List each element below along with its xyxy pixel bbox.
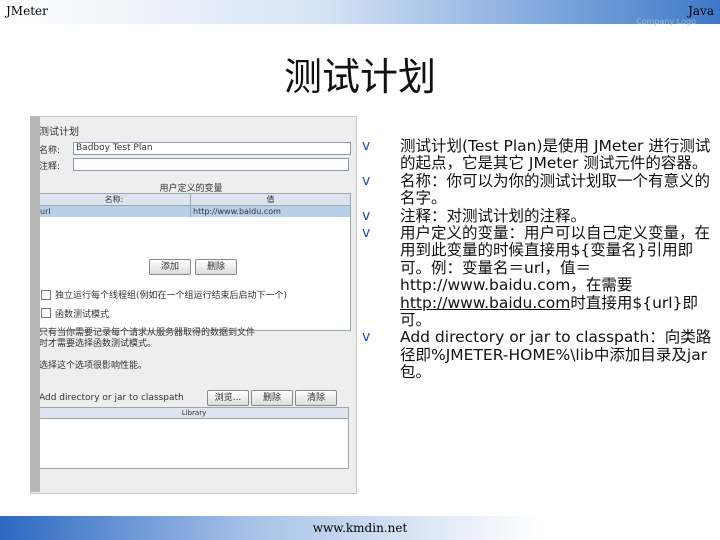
bullet-item: v 测试计划(Test Plan)是使用 JMeter 进行测试的起点，它是其它… xyxy=(362,137,712,173)
bullet-item: v 注释：对测试计划的注释。 xyxy=(362,206,712,225)
bullet-marker-icon: v xyxy=(362,225,371,242)
panel-shadow xyxy=(30,116,40,492)
run-thread-groups-checkbox[interactable] xyxy=(41,290,51,300)
run-thread-groups-label: 独立运行每个线程组(例如在一个组运行结束后启动下一个) xyxy=(55,291,288,301)
note-line-2: 时才需要选择函数测试模式。 xyxy=(39,339,157,349)
header-bar xyxy=(0,0,720,24)
bullet-item: v 名称：你可以为你的测试计划取一个有意义的名字。 xyxy=(362,171,712,208)
add-button[interactable]: 添加 xyxy=(149,259,191,275)
table-header-name[interactable]: 名称: xyxy=(38,194,191,206)
clear-button[interactable]: 清除 xyxy=(295,390,337,406)
company-logo: Company Logo xyxy=(636,17,696,26)
table-cell-value[interactable]: http://www.baidu.com xyxy=(193,206,281,217)
bullet-marker-icon: v xyxy=(362,207,371,224)
footer-url: www.kmdin.net xyxy=(312,521,408,535)
slide-title: 测试计划 xyxy=(283,55,436,99)
library-header: Library xyxy=(40,408,348,419)
bullet-item: v Add directory or jar to classpath：向类路径… xyxy=(362,329,712,381)
bullet-text: Add directory or jar to classpath：向类路径即%… xyxy=(400,328,712,382)
classpath-label: Add directory or jar to classpath xyxy=(39,393,184,403)
bullet-item: v 用户定义的变量：用户可以自己定义变量，在用到此变量的时候直接用${变量名}引… xyxy=(362,224,712,329)
bullet-list: v 测试计划(Test Plan)是使用 JMeter 进行测试的起点，它是其它… xyxy=(362,137,712,382)
name-label: 名称: xyxy=(39,146,61,156)
name-field[interactable]: Badboy Test Plan xyxy=(73,142,351,155)
table-header-value[interactable]: 值 xyxy=(191,194,350,206)
library-list[interactable]: Library xyxy=(39,407,349,469)
bullet-marker-icon: v xyxy=(362,329,371,346)
header-left-label: JMeter xyxy=(6,4,48,18)
screenshot-panel: 测试计划 名称: Badboy Test Plan 注释: 用户定义的变量 名称… xyxy=(30,116,357,494)
header-right-label: Java xyxy=(688,4,714,18)
bullet-text: 注释：对测试计划的注释。 xyxy=(400,206,587,225)
comment-field[interactable] xyxy=(73,158,349,171)
bullet-marker-icon: v xyxy=(362,138,371,154)
bullet-text: 用户定义的变量：用户可以自己定义变量，在用到此变量的时候直接用${变量名}引用即… xyxy=(400,224,711,295)
bullet-text: 名称：你可以为你的测试计划取一个有意义的名字。 xyxy=(400,171,711,208)
table-cell-name[interactable]: url xyxy=(40,206,191,217)
browse-button[interactable]: 浏览... xyxy=(207,390,249,406)
panel-title: 测试计划 xyxy=(39,127,79,138)
comment-label: 注释: xyxy=(39,162,61,172)
bullet-link[interactable]: http://www.baidu.com xyxy=(400,294,570,312)
functional-test-mode-checkbox[interactable] xyxy=(41,308,51,318)
functional-test-mode-label: 函数测试模式 xyxy=(55,310,110,320)
note-line-3: 选择这个选项很影响性能。 xyxy=(39,361,148,371)
bullet-marker-icon: v xyxy=(362,172,371,189)
delete-library-button[interactable]: 删除 xyxy=(251,390,293,406)
delete-button[interactable]: 删除 xyxy=(195,259,237,275)
bullet-text: 测试计划(Test Plan)是使用 JMeter 进行测试的起点，它是其它 J… xyxy=(400,137,711,173)
